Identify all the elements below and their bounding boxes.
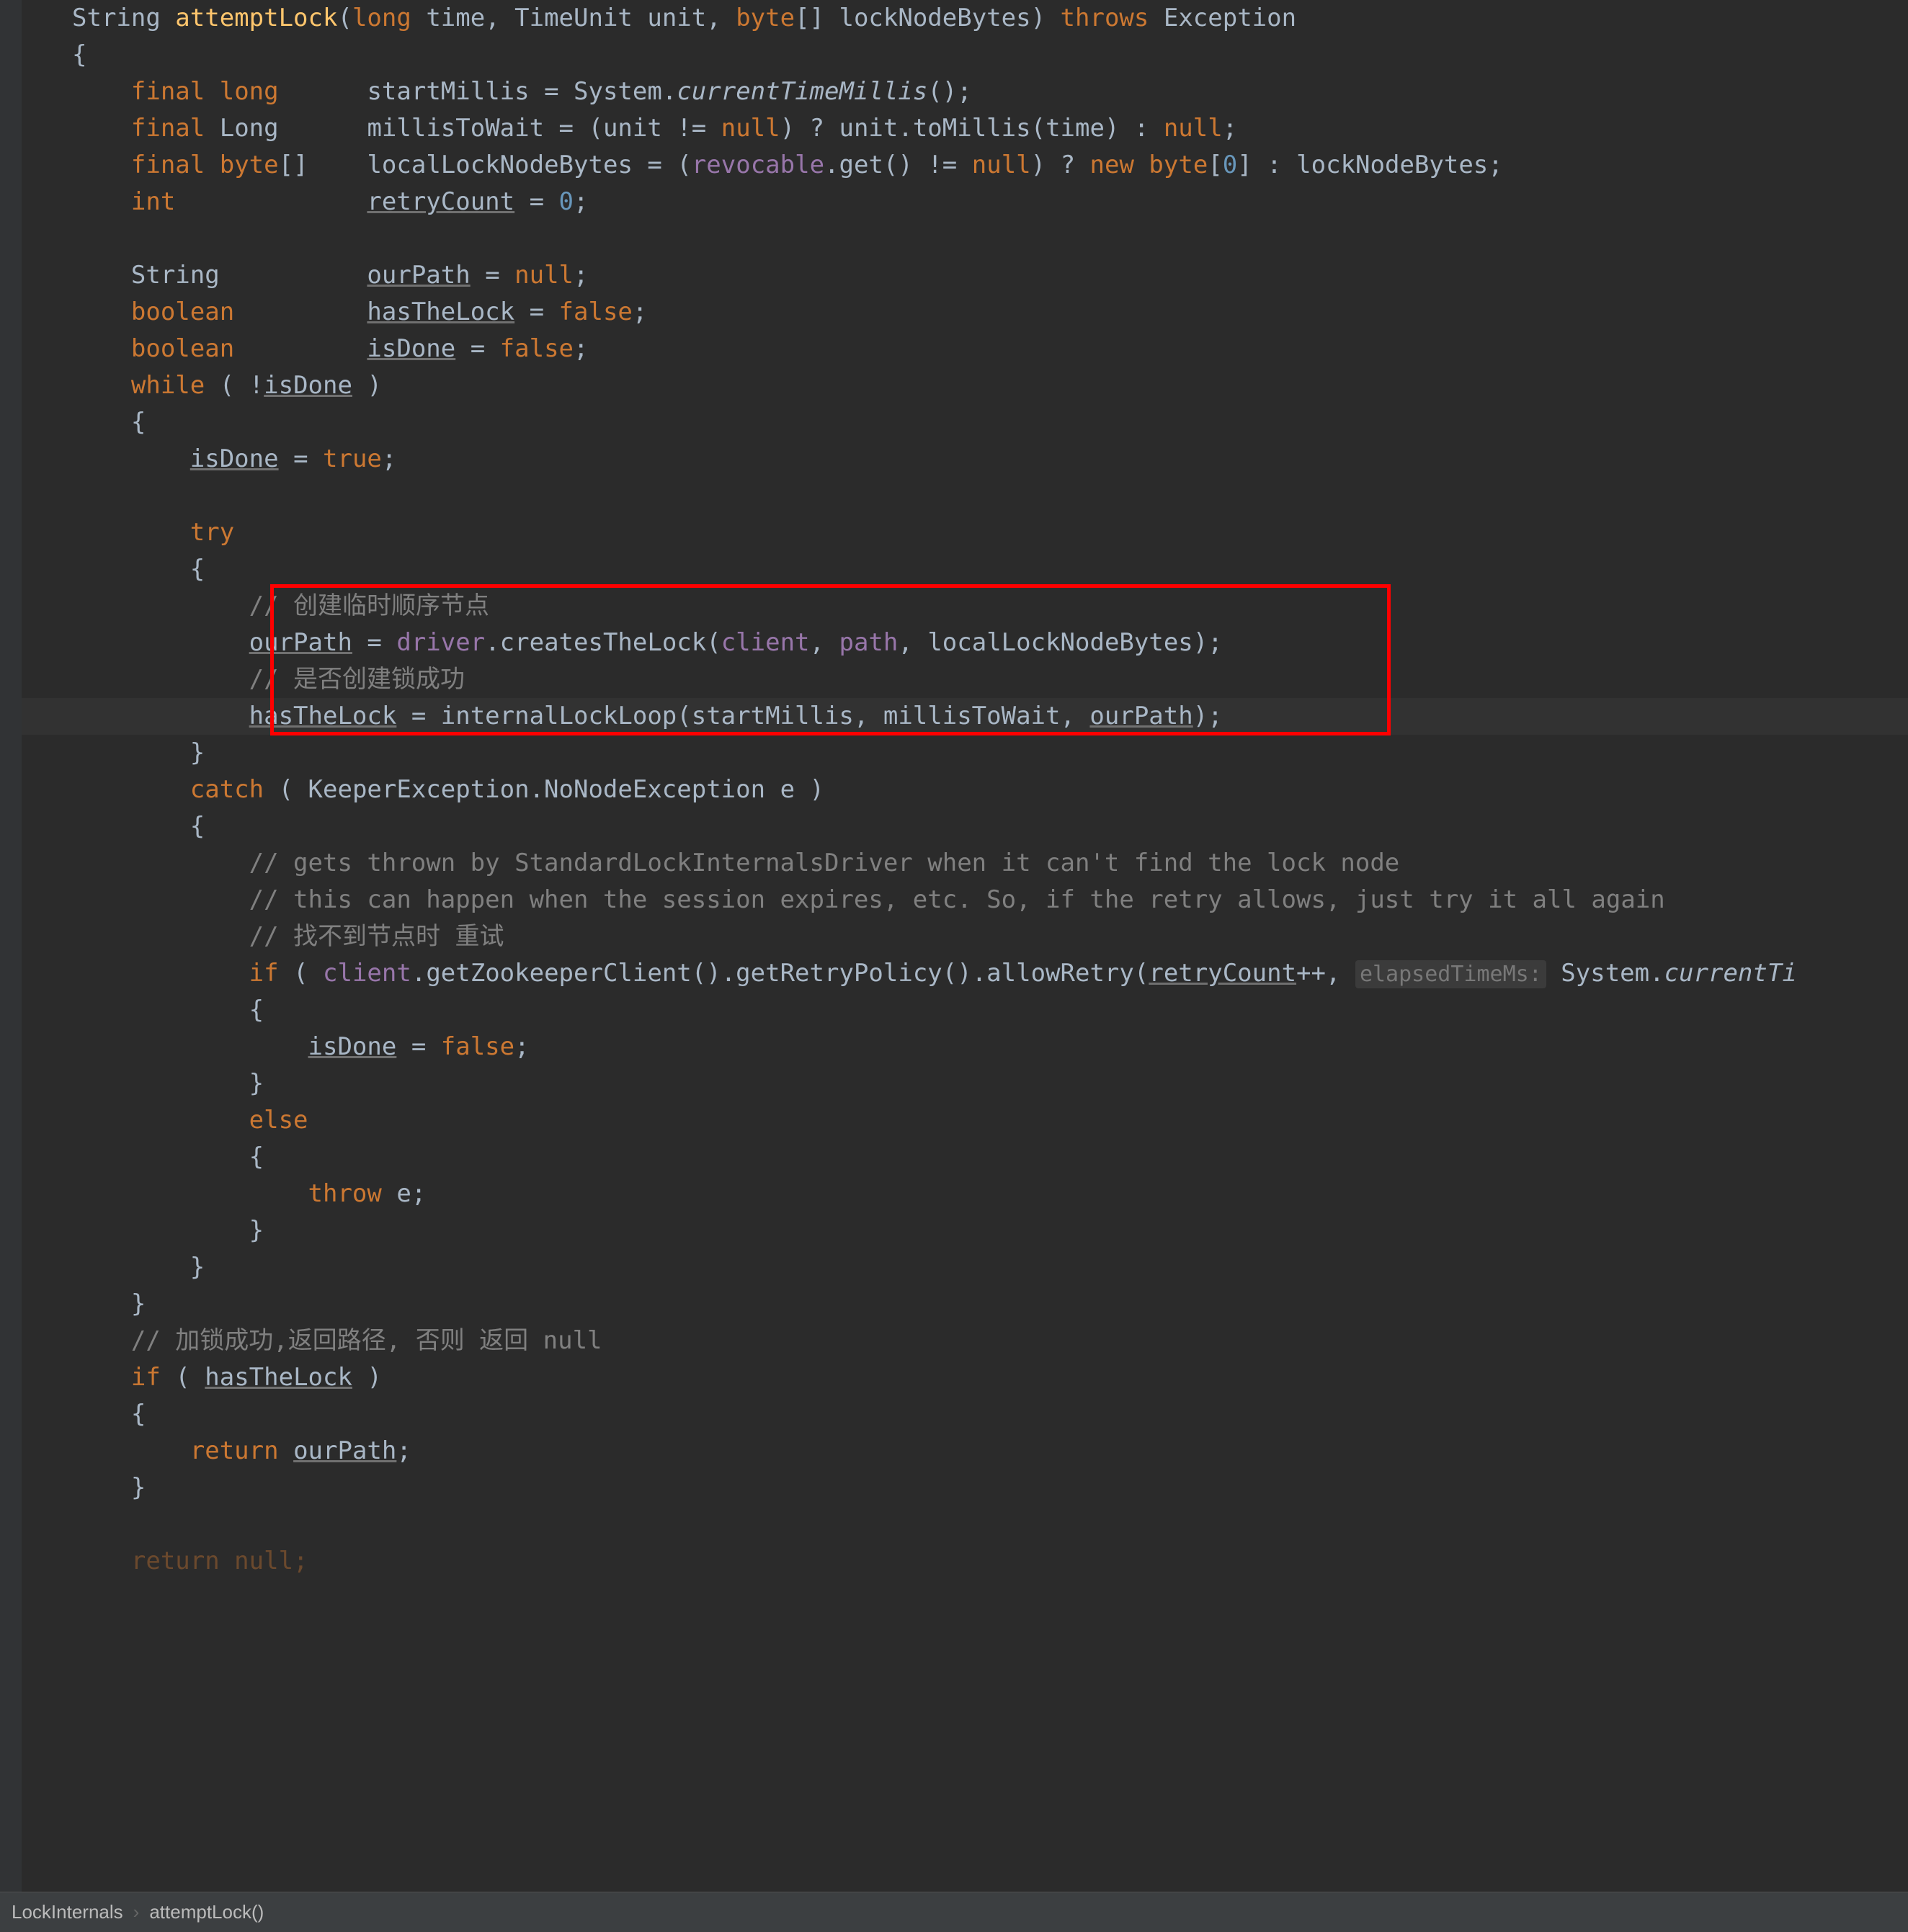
code-area[interactable]: String attemptLock(long time, TimeUnit u… [22,0,1908,1580]
code-line[interactable]: { [22,404,1908,441]
code-line[interactable]: } [22,1065,1908,1102]
code-line[interactable]: final long startMillis = System.currentT… [22,73,1908,110]
code-line[interactable] [22,220,1908,257]
code-line[interactable]: { [22,37,1908,73]
code-line[interactable]: } [22,735,1908,772]
code-line[interactable]: } [22,1249,1908,1286]
code-line[interactable]: // gets thrown by StandardLockInternalsD… [22,845,1908,882]
code-line[interactable]: boolean hasTheLock = false; [22,294,1908,331]
code-line[interactable]: { [22,1139,1908,1176]
gutter [0,0,22,1932]
code-line[interactable]: catch ( KeeperException.NoNodeException … [22,772,1908,808]
highlight-box [270,584,1391,735]
code-line[interactable]: if ( client.getZookeeperClient().getRetr… [22,955,1908,992]
code-line[interactable]: return ourPath; [22,1433,1908,1470]
code-line[interactable]: } [22,1470,1908,1506]
code-line[interactable]: else [22,1102,1908,1139]
code-line[interactable]: try [22,514,1908,551]
code-line[interactable]: boolean isDone = false; [22,331,1908,367]
code-line[interactable]: { [22,992,1908,1029]
breadcrumb-method[interactable]: attemptLock() [149,1898,264,1926]
code-line[interactable]: { [22,808,1908,845]
code-line[interactable]: // this can happen when the session expi… [22,882,1908,918]
code-line[interactable] [22,1506,1908,1543]
code-line[interactable]: throw e; [22,1176,1908,1212]
code-line[interactable]: // 加锁成功,返回路径, 否则 返回 null [22,1323,1908,1359]
code-line[interactable]: { [22,1396,1908,1433]
code-line[interactable]: String attemptLock(long time, TimeUnit u… [22,0,1908,37]
code-line[interactable]: final Long millisToWait = (unit != null)… [22,110,1908,147]
breadcrumb-class[interactable]: LockInternals [12,1898,123,1926]
code-line[interactable]: if ( hasTheLock ) [22,1359,1908,1396]
editor[interactable]: String attemptLock(long time, TimeUnit u… [0,0,1908,1623]
breadcrumbs-bar[interactable]: LockInternals › attemptLock() [0,1892,1908,1932]
code-line[interactable]: isDone = true; [22,441,1908,478]
code-line[interactable]: while ( !isDone ) [22,367,1908,404]
inlay-hint: elapsedTimeMs: [1355,960,1546,988]
chevron-right-icon: › [133,1898,140,1926]
code-line[interactable]: int retryCount = 0; [22,184,1908,220]
code-line[interactable]: // 找不到节点时 重试 [22,918,1908,955]
code-line[interactable]: isDone = false; [22,1029,1908,1065]
code-line[interactable]: return null; [22,1543,1908,1580]
code-line[interactable] [22,478,1908,514]
code-line[interactable]: String ourPath = null; [22,257,1908,294]
code-line[interactable]: } [22,1286,1908,1323]
code-line[interactable]: } [22,1212,1908,1249]
code-line[interactable]: final byte[] localLockNodeBytes = (revoc… [22,147,1908,184]
code-line[interactable]: { [22,551,1908,588]
